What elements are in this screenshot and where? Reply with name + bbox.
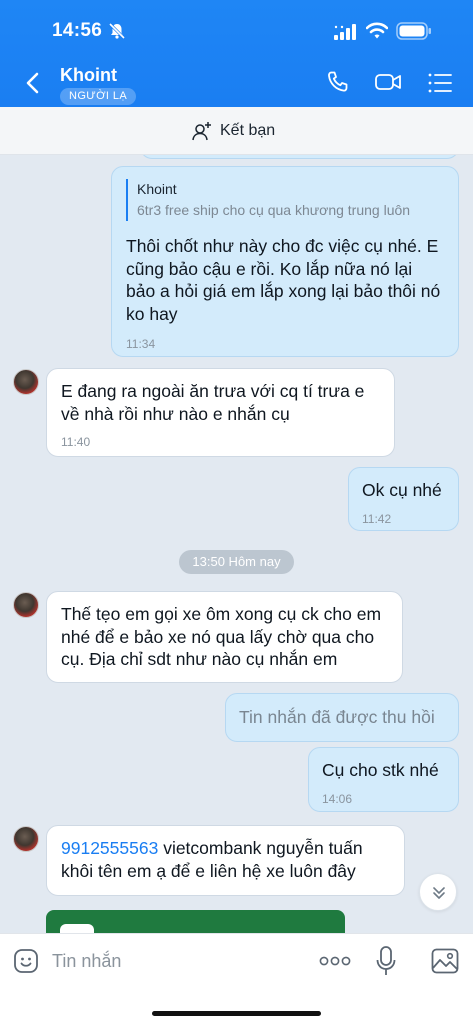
message-time: 14:06 <box>322 791 353 806</box>
add-friend-label: Kết bạn <box>220 122 276 139</box>
bell-off-icon <box>108 22 126 40</box>
recalled-message-bubble[interactable]: Tin nhắn đã được thu hồi <box>225 693 459 742</box>
message-bubble-outgoing[interactable]: Cụ cho stk nhé 14:06 <box>308 747 459 812</box>
menu-icon[interactable] <box>428 72 452 94</box>
message-time: 11:40 <box>61 435 91 449</box>
sticker-icon[interactable] <box>13 948 39 974</box>
signal-icon <box>334 24 356 40</box>
chat-header: 14:56 Khoint NGƯỜI LẠ <box>0 0 473 107</box>
more-icon[interactable] <box>319 956 351 966</box>
account-number-link[interactable]: 9912555563 <box>61 838 158 858</box>
recalled-message-text: Tin nhắn đã được thu hồi <box>239 707 435 727</box>
message-bubble-incoming[interactable]: Thế tẹo em gọi xe ôm xong cụ ck cho em n… <box>46 591 403 683</box>
message-text: Thôi chốt như này cho đc việc cụ nhé. E … <box>126 236 441 324</box>
contact-name[interactable]: Khoint <box>60 65 117 86</box>
microphone-icon[interactable] <box>376 946 396 976</box>
status-bar: 14:56 <box>0 0 473 60</box>
reply-sender: Khoint <box>137 181 177 197</box>
add-friend-button[interactable]: Kết bạn <box>192 119 275 143</box>
message-text: 9912555563 vietcombank nguyễn tuấn khôi … <box>61 837 391 882</box>
date-separator: 13:50 Hôm nay <box>179 550 294 574</box>
call-icon[interactable] <box>326 70 350 94</box>
wifi-icon <box>366 22 388 39</box>
message-bubble-incoming[interactable]: E đang ra ngoài ăn trưa với cq tí trưa e… <box>46 368 395 457</box>
message-input[interactable]: Tin nhắn <box>52 948 121 974</box>
reply-text: 6tr3 free ship cho cụ qua khương trung l… <box>137 202 411 218</box>
scroll-to-bottom-button[interactable] <box>419 873 457 911</box>
home-indicator <box>152 1011 321 1016</box>
image-message-preview[interactable] <box>46 910 345 933</box>
avatar[interactable] <box>13 592 39 618</box>
message-text: Thế tẹo em gọi xe ôm xong cụ ck cho em n… <box>61 604 382 669</box>
stranger-badge: NGƯỜI LẠ <box>60 88 137 105</box>
video-call-icon[interactable] <box>374 70 402 94</box>
message-bubble-incoming[interactable]: 9912555563 vietcombank nguyễn tuấn khôi … <box>46 825 405 896</box>
nav-bar: Khoint NGƯỜI LẠ <box>0 60 473 107</box>
back-icon[interactable] <box>22 70 44 96</box>
image-icon[interactable] <box>431 948 459 974</box>
chat-area[interactable]: Khoint 6tr3 free ship cho cụ qua khương … <box>0 155 473 933</box>
avatar[interactable] <box>13 826 39 852</box>
add-friend-bar: Kết bạn <box>0 107 473 155</box>
message-text: E đang ra ngoài ăn trưa với cq tí trưa e… <box>61 381 365 424</box>
bank-logo-image <box>60 924 94 933</box>
message-time: 11:34 <box>126 337 156 351</box>
status-time: 14:56 <box>52 20 103 41</box>
reply-quote[interactable]: Khoint 6tr3 free ship cho cụ qua khương … <box>126 179 445 221</box>
double-chevron-down-icon <box>433 887 445 899</box>
message-time: 11:42 <box>362 511 392 526</box>
message-text: Ok cụ nhé <box>362 480 442 500</box>
message-text: Cụ cho stk nhé <box>322 760 439 780</box>
add-person-icon <box>192 122 211 141</box>
message-bubble-outgoing[interactable]: Ok cụ nhé 11:42 <box>348 467 459 531</box>
message-input-bar: Tin nhắn <box>0 933 473 1024</box>
avatar[interactable] <box>13 369 39 395</box>
message-bubble-outgoing[interactable]: Khoint 6tr3 free ship cho cụ qua khương … <box>111 166 459 357</box>
previous-message-edge <box>140 155 459 159</box>
battery-icon <box>396 22 431 40</box>
